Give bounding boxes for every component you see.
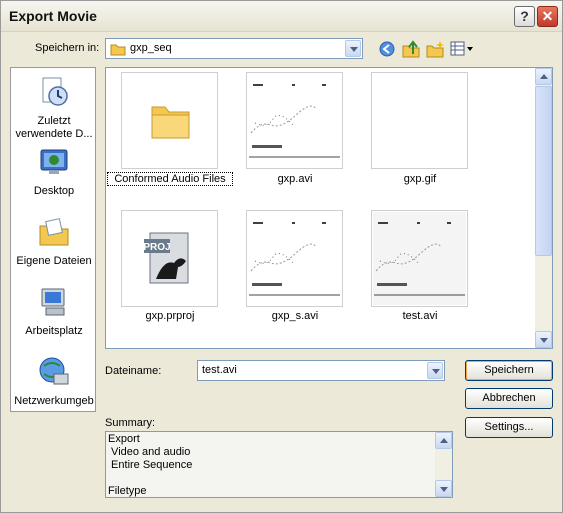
place-desktop[interactable]: Desktop xyxy=(11,146,97,197)
summary-line: Entire Sequence xyxy=(108,459,193,471)
file-thumbnail-conformed-audio[interactable] xyxy=(121,72,218,169)
summary-line: Export xyxy=(108,433,140,445)
scroll-up-icon[interactable] xyxy=(435,432,452,449)
file-thumbnail-gxp-gif[interactable] xyxy=(371,72,468,169)
summary-scrollbar[interactable] xyxy=(435,432,452,497)
place-my-documents-label: Eigene Dateien xyxy=(16,255,92,267)
scroll-up-icon[interactable] xyxy=(535,68,552,85)
file-thumbnail-test-avi[interactable] xyxy=(371,210,468,307)
recent-documents-icon xyxy=(42,77,68,106)
chevron-down-icon[interactable] xyxy=(427,362,443,379)
summary-box: Export Video and audio Entire Sequence F… xyxy=(105,431,453,498)
place-my-computer[interactable]: Arbeitsplatz xyxy=(11,286,97,337)
cancel-button[interactable]: Abbrechen xyxy=(465,388,553,409)
place-network-label: Netzwerkumgeb xyxy=(14,395,94,407)
file-thumbnail-gxp-prproj[interactable]: PROJ xyxy=(121,210,218,307)
window-title: Export Movie xyxy=(9,8,97,24)
filename-field[interactable]: test.avi xyxy=(197,360,445,381)
place-desktop-label: Desktop xyxy=(33,185,75,197)
save-in-value: gxp_seq xyxy=(130,42,172,54)
file-name-gxp-s-avi[interactable]: gxp_s.avi xyxy=(233,310,357,322)
file-name-gxp-gif[interactable]: gxp.gif xyxy=(358,173,482,185)
places-bar: Zuletzt verwendete D... Desktop Eigene D… xyxy=(10,67,96,412)
save-in-label: Speichern in: xyxy=(35,42,100,54)
premiere-project-icon: PROJ xyxy=(143,232,189,284)
summary-line: Filetype xyxy=(108,485,147,497)
place-recent-label: Zuletzt verwendete D... xyxy=(15,115,93,140)
my-documents-icon xyxy=(39,218,69,246)
filename-value: test.avi xyxy=(202,364,237,376)
file-name-gxp-avi[interactable]: gxp.avi xyxy=(233,173,357,185)
network-icon xyxy=(39,357,69,385)
place-my-computer-label: Arbeitsplatz xyxy=(25,325,83,337)
video-thumbnail-icon xyxy=(249,222,340,296)
settings-button[interactable]: Settings... xyxy=(465,417,553,438)
save-button[interactable]: Speichern xyxy=(465,360,553,381)
folder-icon xyxy=(110,44,126,56)
view-menu-icon[interactable] xyxy=(450,41,474,57)
scroll-down-icon[interactable] xyxy=(435,480,452,497)
close-button[interactable]: ✕ xyxy=(537,6,558,27)
export-movie-dialog: Export Movie ? ✕ Speichern in: gxp_seq Z… xyxy=(0,0,563,513)
file-name-test-avi[interactable]: test.avi xyxy=(358,310,482,322)
video-thumbnail-icon xyxy=(249,84,340,158)
summary-line: Video and audio xyxy=(108,446,191,458)
up-folder-icon[interactable] xyxy=(402,40,420,58)
my-computer-icon xyxy=(41,288,65,316)
back-icon[interactable] xyxy=(379,41,395,57)
place-my-documents[interactable]: Eigene Dateien xyxy=(11,216,97,267)
file-name-gxp-prproj[interactable]: gxp.prproj xyxy=(108,310,232,322)
file-name-conformed-audio[interactable]: Conformed Audio Files xyxy=(107,172,233,186)
folder-icon xyxy=(151,106,190,139)
save-in-combo[interactable]: gxp_seq xyxy=(105,38,363,59)
file-thumbnail-gxp-s-avi[interactable] xyxy=(246,210,343,307)
help-button[interactable]: ? xyxy=(514,6,535,27)
new-folder-icon[interactable] xyxy=(426,40,444,58)
place-recent[interactable]: Zuletzt verwendete D... xyxy=(11,76,97,141)
scroll-down-icon[interactable] xyxy=(535,331,552,348)
file-list: Conformed Audio Files gxp.avi gxp.gif PR… xyxy=(105,67,553,349)
desktop-icon xyxy=(40,149,68,174)
title-bar: Export Movie ? ✕ xyxy=(1,1,562,32)
video-thumbnail-icon xyxy=(373,212,466,305)
chevron-down-icon[interactable] xyxy=(345,40,361,57)
file-thumbnail-gxp-avi[interactable] xyxy=(246,72,343,169)
svg-text:PROJ: PROJ xyxy=(143,242,170,253)
scroll-thumb[interactable] xyxy=(535,86,552,256)
place-network[interactable]: Netzwerkumgeb xyxy=(11,356,97,407)
file-list-scrollbar[interactable] xyxy=(535,68,552,348)
summary-label: Summary: xyxy=(105,417,156,429)
filename-label: Dateiname: xyxy=(105,365,162,377)
